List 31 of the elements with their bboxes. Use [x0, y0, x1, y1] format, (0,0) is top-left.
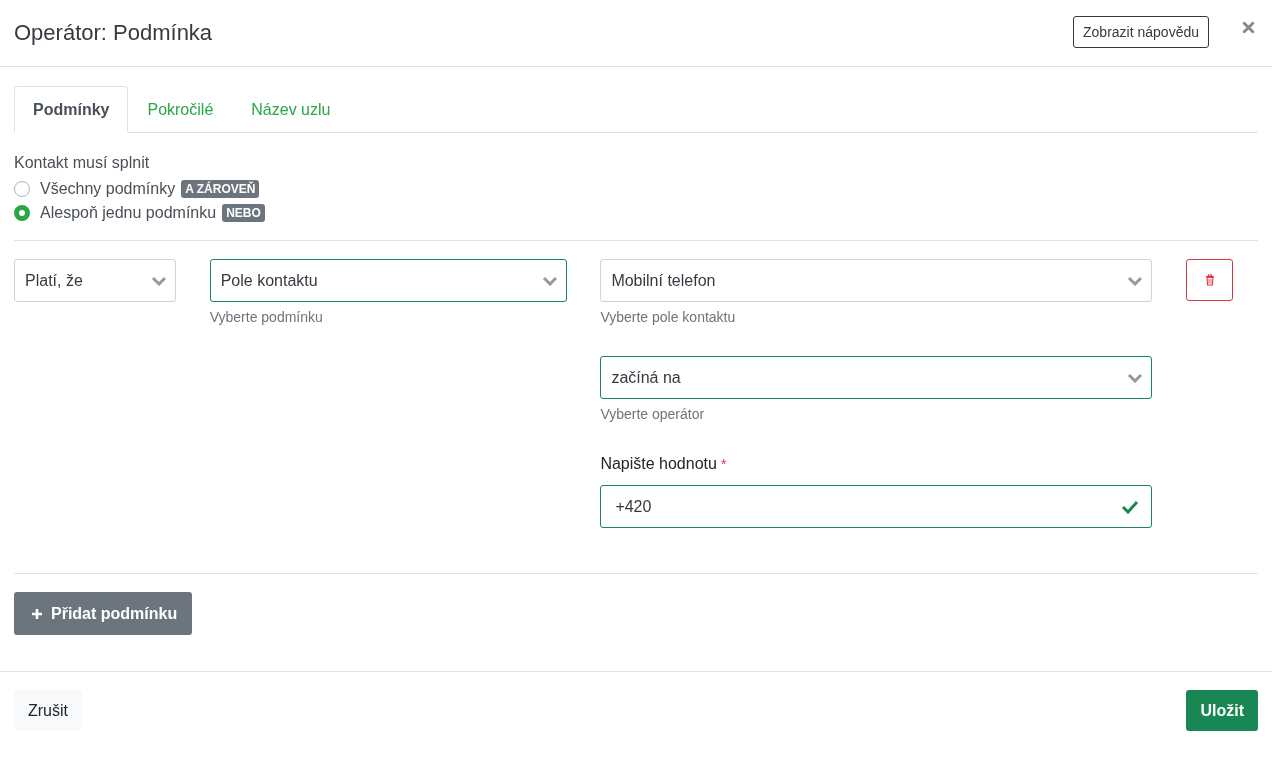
select-field[interactable]: Mobilní telefon — [600, 259, 1153, 302]
select-field[interactable]: začíná na — [600, 356, 1153, 399]
chevron-icon — [1127, 372, 1144, 383]
add-condition-button[interactable]: Přidat podmínku — [14, 592, 193, 635]
check-icon — [1121, 499, 1140, 514]
field-label: Napište hodnotu — [600, 455, 717, 472]
select-field[interactable]: Platí, že — [14, 259, 176, 302]
match-label: Kontakt musí splnit — [14, 154, 151, 172]
radio-button[interactable] — [14, 205, 30, 221]
plus-icon — [31, 607, 43, 620]
badge: A ZÁROVEŇ — [181, 180, 260, 198]
chevron-icon — [151, 275, 167, 286]
tab[interactable]: Podmínky — [14, 86, 129, 133]
field-hint: Vyberte operátor — [600, 406, 706, 422]
radio-label[interactable]: Všechny podmínky — [40, 180, 176, 198]
chevron-icon — [1127, 275, 1144, 286]
field-hint: Vyberte pole kontaktu — [600, 309, 737, 325]
dialog-title: Operátor: Podmínka — [14, 20, 214, 46]
required-mark: * — [720, 456, 727, 472]
radio-label[interactable]: Alespoň jednu podmínku — [40, 204, 217, 222]
trash-icon — [1204, 274, 1215, 286]
close-icon[interactable] — [1242, 20, 1255, 34]
delete-button[interactable] — [1186, 259, 1234, 301]
cancel-button[interactable]: Zrušit — [14, 690, 82, 731]
help-button[interactable]: Zobrazit nápovědu — [1073, 15, 1209, 48]
save-button[interactable]: Uložit — [1186, 690, 1258, 731]
badge: NEBO — [222, 204, 265, 222]
input-field[interactable]: +420 — [600, 485, 1153, 528]
field-hint: Vyberte podmínku — [209, 309, 324, 325]
chevron-icon — [541, 275, 558, 286]
select-field[interactable]: Pole kontaktu — [209, 259, 567, 302]
